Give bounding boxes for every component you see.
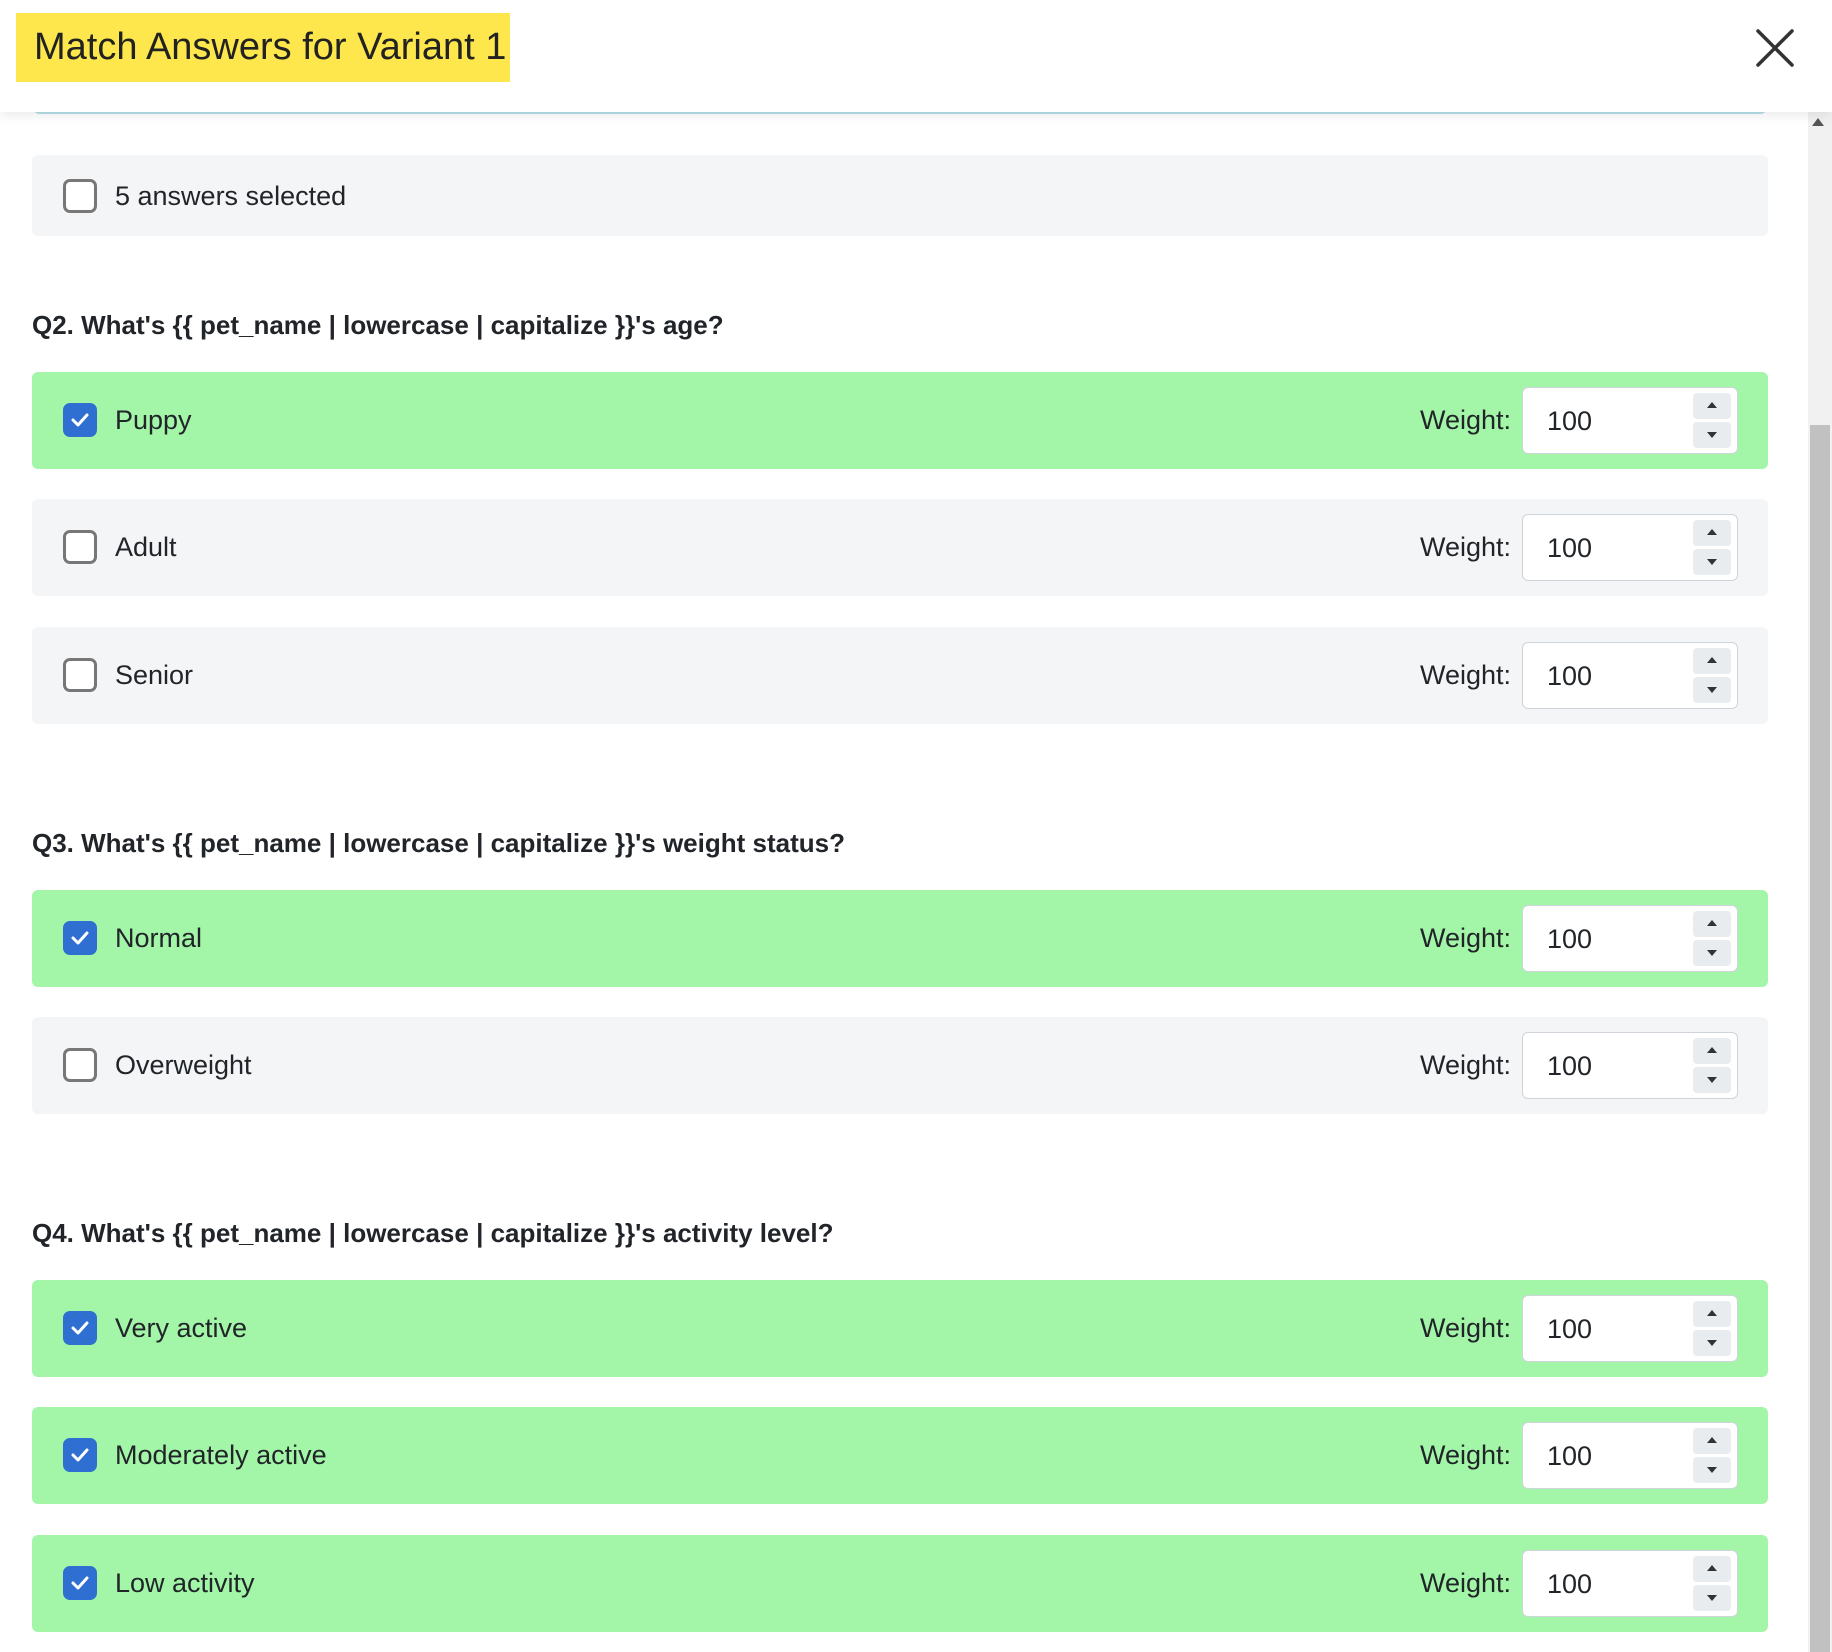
increment-button[interactable] (1693, 1556, 1731, 1582)
answer-label: Low activity (115, 1568, 255, 1598)
weight-label: Weight: (1420, 1050, 1512, 1080)
weight-input[interactable]: 100 (1522, 1032, 1738, 1099)
decrement-button[interactable] (1693, 1330, 1731, 1356)
checkmark-icon (71, 413, 89, 427)
decrement-button[interactable] (1693, 677, 1731, 703)
weight-value: 100 (1547, 924, 1593, 954)
answer-checkbox[interactable] (63, 403, 97, 437)
answer-row[interactable]: Senior Weight: 100 (32, 627, 1768, 724)
caret-down-icon (1707, 432, 1717, 438)
scroll-up-arrow-icon[interactable] (1812, 118, 1824, 126)
weight-input[interactable]: 100 (1522, 905, 1738, 972)
checkmark-icon (71, 931, 89, 945)
checkmark-icon (71, 1448, 89, 1462)
caret-up-icon (1707, 1310, 1717, 1316)
answer-label: Normal (115, 923, 203, 953)
answer-row[interactable]: Normal Weight: 100 (32, 890, 1768, 987)
caret-down-icon (1707, 1340, 1717, 1346)
increment-button[interactable] (1693, 911, 1731, 937)
answer-checkbox[interactable] (63, 530, 97, 564)
weight-label: Weight: (1420, 660, 1512, 690)
checkmark-icon (71, 1576, 89, 1590)
weight-label: Weight: (1420, 1313, 1512, 1343)
question-title-q3: Q3. What's {{ pet_name | lowercase | cap… (32, 828, 845, 858)
weight-value: 100 (1547, 1441, 1593, 1471)
answer-row[interactable]: Adult Weight: 100 (32, 499, 1768, 596)
increment-button[interactable] (1693, 1301, 1731, 1327)
answer-label: Puppy (115, 405, 192, 435)
caret-down-icon (1707, 1595, 1717, 1601)
answer-label: Very active (115, 1313, 248, 1343)
modal-title: Match Answers for Variant 1 (34, 26, 507, 68)
answer-checkbox[interactable] (63, 1438, 97, 1472)
weight-input[interactable]: 100 (1522, 387, 1738, 454)
weight-label: Weight: (1420, 1440, 1512, 1470)
answer-label: Adult (115, 532, 177, 562)
answer-row[interactable]: Low activity Weight: 100 (32, 1535, 1768, 1632)
weight-value: 100 (1547, 1569, 1593, 1599)
weight-value: 100 (1547, 406, 1593, 436)
caret-up-icon (1707, 1437, 1717, 1443)
increment-button[interactable] (1693, 1428, 1731, 1454)
decrement-button[interactable] (1693, 940, 1731, 966)
decrement-button[interactable] (1693, 1457, 1731, 1483)
caret-up-icon (1707, 402, 1717, 408)
increment-button[interactable] (1693, 648, 1731, 674)
question-title-q2: Q2. What's {{ pet_name | lowercase | cap… (32, 310, 724, 340)
caret-down-icon (1707, 1077, 1717, 1083)
decrement-button[interactable] (1693, 1067, 1731, 1093)
weight-input[interactable]: 100 (1522, 1422, 1738, 1489)
answer-label: Overweight (115, 1050, 252, 1080)
caret-up-icon (1707, 920, 1717, 926)
caret-down-icon (1707, 687, 1717, 693)
weight-label: Weight: (1420, 1568, 1512, 1598)
caret-up-icon (1707, 657, 1717, 663)
decrement-button[interactable] (1693, 549, 1731, 575)
answer-row[interactable]: Overweight Weight: 100 (32, 1017, 1768, 1114)
scrollbar-thumb[interactable] (1810, 425, 1830, 1652)
increment-button[interactable] (1693, 393, 1731, 419)
caret-down-icon (1707, 559, 1717, 565)
answer-checkbox[interactable] (63, 658, 97, 692)
weight-input[interactable]: 100 (1522, 1295, 1738, 1362)
decrement-button[interactable] (1693, 1585, 1731, 1611)
close-button[interactable] (1752, 25, 1798, 71)
answer-checkbox[interactable] (63, 1311, 97, 1345)
checkmark-icon (71, 1321, 89, 1335)
weight-input[interactable]: 100 (1522, 1550, 1738, 1617)
increment-button[interactable] (1693, 1038, 1731, 1064)
weight-input[interactable]: 100 (1522, 514, 1738, 581)
weight-value: 100 (1547, 1314, 1593, 1344)
weight-label: Weight: (1420, 532, 1512, 562)
answer-label: Senior (115, 660, 194, 690)
answer-checkbox[interactable] (63, 1566, 97, 1600)
answer-row[interactable]: Very active Weight: 100 (32, 1280, 1768, 1377)
caret-down-icon (1707, 1467, 1717, 1473)
weight-value: 100 (1547, 661, 1593, 691)
close-icon (1756, 29, 1794, 67)
decrement-button[interactable] (1693, 422, 1731, 448)
select-all-row[interactable]: 5 answers selected (32, 155, 1768, 236)
caret-up-icon (1707, 1565, 1717, 1571)
weight-label: Weight: (1420, 405, 1512, 435)
modal-title-highlight: Match Answers for Variant 1 (16, 13, 510, 82)
answer-label: Moderately active (115, 1440, 327, 1470)
caret-down-icon (1707, 950, 1717, 956)
increment-button[interactable] (1693, 520, 1731, 546)
caret-up-icon (1707, 1047, 1717, 1053)
modal-header: Match Answers for Variant 1 (0, 0, 1832, 112)
answer-row[interactable]: Moderately active Weight: 100 (32, 1407, 1768, 1504)
weight-input[interactable]: 100 (1522, 642, 1738, 709)
weight-value: 100 (1547, 533, 1593, 563)
caret-up-icon (1707, 529, 1717, 535)
select-all-checkbox[interactable] (63, 179, 97, 213)
weight-label: Weight: (1420, 923, 1512, 953)
select-all-label: 5 answers selected (115, 181, 347, 211)
answer-checkbox[interactable] (63, 1048, 97, 1082)
answer-checkbox[interactable] (63, 921, 97, 955)
weight-value: 100 (1547, 1051, 1593, 1081)
answer-row[interactable]: Puppy Weight: 100 (32, 372, 1768, 469)
question-title-q4: Q4. What's {{ pet_name | lowercase | cap… (32, 1218, 834, 1248)
